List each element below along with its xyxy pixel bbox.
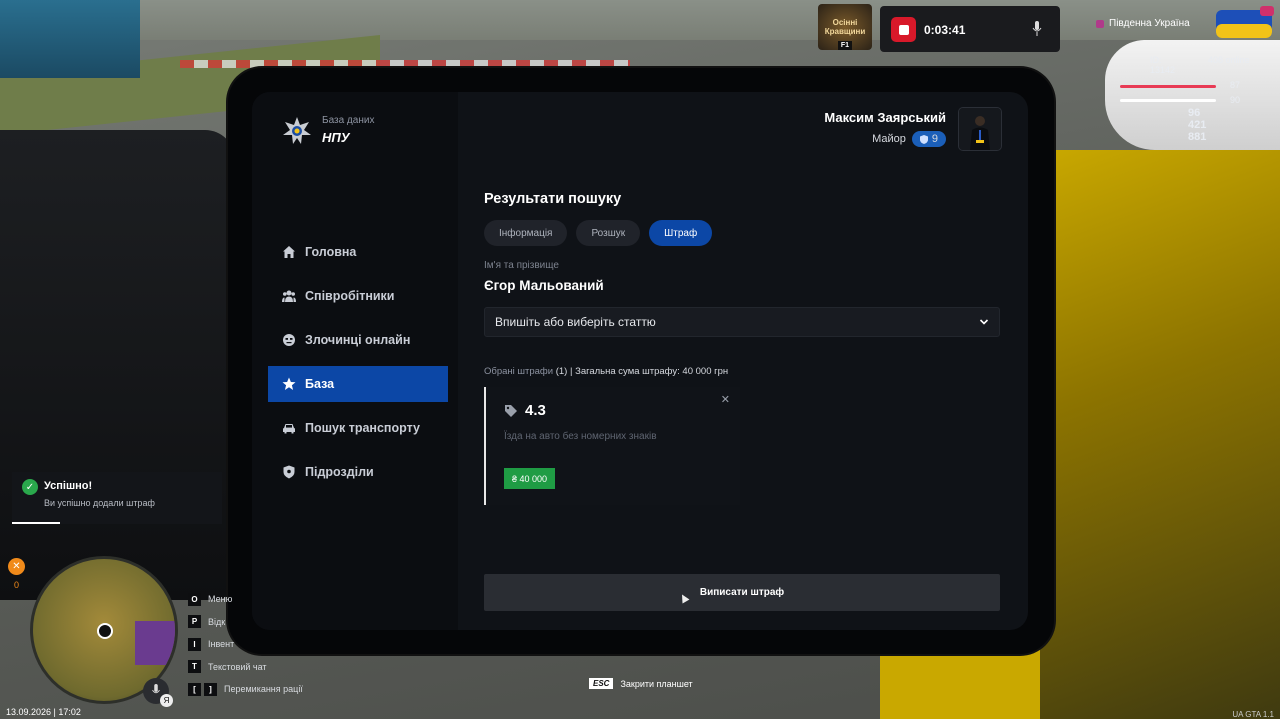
remove-fine-button[interactable]: ✕ xyxy=(721,393,730,406)
home-icon xyxy=(283,246,295,258)
microphone-icon[interactable] xyxy=(1032,21,1042,37)
sidebar-item-label: Головна xyxy=(305,245,357,259)
shield-icon xyxy=(283,465,295,479)
event-banner[interactable]: Осінні Кравщини F1 xyxy=(818,4,872,50)
article-select-placeholder: Впишіть або виберіть статтю xyxy=(495,315,656,329)
hotkey-open: P Відк xyxy=(188,611,303,634)
tab-fine[interactable]: Штраф xyxy=(649,220,713,246)
fines-total: | Загальна сума штрафу: 40 000 грн xyxy=(569,366,729,377)
car-icon xyxy=(283,424,295,434)
sidebar-item-label: Співробітники xyxy=(305,289,395,303)
chevron-down-icon xyxy=(979,319,989,325)
quest-count: 0 xyxy=(14,580,20,590)
sidebar-item-units[interactable]: Підрозділи xyxy=(268,454,448,490)
hotkey-text-chat: T Текстовий чат xyxy=(188,656,303,679)
sidebar-nav: Головна Співробітники Злочинці онлайн Ба… xyxy=(268,234,448,498)
tab-information[interactable]: Інформація xyxy=(484,220,568,246)
recording-panel: 0:03:41 xyxy=(880,6,1060,52)
money-value: 96 421 881 xyxy=(1188,107,1207,143)
toast-progress xyxy=(12,522,60,524)
sidebar-item-employees[interactable]: Співробітники xyxy=(268,278,448,314)
fines-summary: Обрані штрафи (1) | Загальна сума штрафу… xyxy=(484,366,729,377)
event-key: F1 xyxy=(837,41,853,50)
article-select[interactable]: Впишіть або виберіть статтю xyxy=(484,307,1000,337)
sidebar-item-vehicle-search[interactable]: Пошук транспорту xyxy=(268,410,448,446)
page-title: Результати пошуку xyxy=(484,191,622,207)
esc-label: Закрити планшет xyxy=(620,678,693,689)
hotkey-list: O Меню P Відк I Інвент T Текстовий чат [] Пер… xyxy=(188,588,303,701)
language-indicator: Я xyxy=(160,694,173,707)
player-marker-icon xyxy=(97,623,113,639)
fine-amount-badge: ₴ 40 000 xyxy=(504,468,556,489)
npu-database-screen: База даних НПУ Головна Співробітники Зло… xyxy=(252,92,1028,630)
tag-icon xyxy=(505,404,517,417)
ukraine-gta-logo xyxy=(1216,6,1274,38)
check-icon: ✓ xyxy=(22,479,38,495)
sidebar-item-label: Підрозділи xyxy=(305,465,374,479)
event-label: Осінні Кравщини xyxy=(824,18,866,36)
recording-time: 0:03:41 xyxy=(924,23,966,37)
sidebar: База даних НПУ Головна Співробітники Зло… xyxy=(252,92,458,630)
issue-fine-button[interactable]: Виписати штраф xyxy=(484,574,1000,611)
hotkey-radio-switch: [] Перемикання рації xyxy=(188,678,303,701)
selected-fine-card: ✕ 4.3 Їзда на авто без номерних знаків ₴… xyxy=(484,387,740,505)
sidebar-item-database[interactable]: База xyxy=(268,366,448,402)
hotkey-menu: O Меню xyxy=(188,588,303,611)
tab-wanted[interactable]: Розшук xyxy=(576,220,641,246)
esc-key: ESC xyxy=(589,678,614,689)
health-bar xyxy=(1120,85,1216,88)
toast-message: Ви успішно додали штраф xyxy=(44,498,155,508)
logo-subtitle: База даних xyxy=(322,115,375,126)
quest-icon[interactable]: ✕ xyxy=(8,558,25,575)
sidebar-item-label: Пошук транспорту xyxy=(305,421,420,435)
sidebar-item-label: База xyxy=(305,377,335,391)
logo-title: НПУ xyxy=(322,130,350,145)
stop-recording-button[interactable] xyxy=(891,17,916,42)
game-version: UA GTA 1.1 xyxy=(1232,710,1274,719)
armor-bar xyxy=(1120,99,1216,102)
region-icon xyxy=(1096,19,1104,28)
sidebar-item-criminals-online[interactable]: Злочинці онлайн xyxy=(268,322,448,358)
sidebar-item-home[interactable]: Головна xyxy=(268,234,448,270)
employees-icon xyxy=(282,290,296,302)
criminal-icon xyxy=(283,334,295,346)
fine-description: Їзда на авто без номерних знаків xyxy=(504,431,657,442)
sidebar-item-label: Злочинці онлайн xyxy=(305,333,411,347)
npu-badge-icon xyxy=(283,117,311,144)
close-tablet-hint: ESC Закрити планшет xyxy=(589,678,693,689)
name-field-label: Ім'я та прізвище xyxy=(484,260,559,271)
health-value: 87 xyxy=(1230,80,1241,90)
result-tabs: Інформація Розшук Штраф xyxy=(484,220,721,246)
toast-title: Успішно! xyxy=(44,480,93,492)
fine-article-code: 4.3 xyxy=(504,402,546,419)
server-region: Південна Україна xyxy=(1096,18,1190,29)
person-name: Єгор Мальований xyxy=(484,278,604,293)
fines-count: (1) xyxy=(555,366,568,377)
success-toast: ✓ Успішно! Ви успішно додали штраф xyxy=(12,472,222,524)
armor-value: 90 xyxy=(1230,95,1241,105)
star-icon xyxy=(282,377,296,390)
search-results-panel: Результати пошуку Інформація Розшук Штра… xyxy=(484,92,1004,630)
online-count: 408 online xyxy=(1208,55,1250,65)
date-time: 13.09.2026 | 17:02 xyxy=(6,707,81,717)
player-id: ID: 13142 xyxy=(1150,55,1176,75)
hotkey-inventory: I Інвент xyxy=(188,633,303,656)
